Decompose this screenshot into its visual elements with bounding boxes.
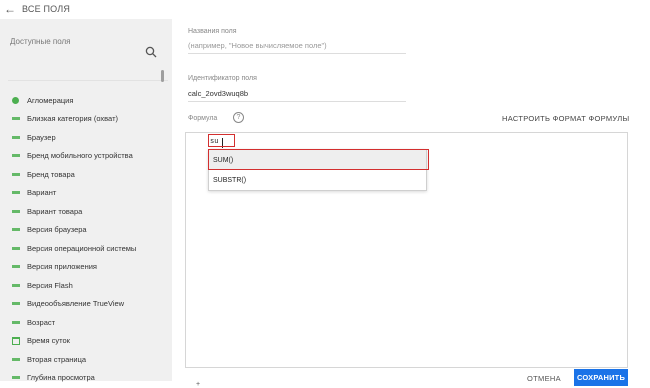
field-item[interactable]: Вторая страница	[12, 350, 136, 369]
calendar-icon	[12, 336, 20, 345]
field-item[interactable]: Вариант товара	[12, 202, 136, 221]
field-item-label: Версия Flash	[27, 280, 73, 290]
field-item-label: Видеообъявление TrueView	[27, 299, 125, 309]
field-id-underline	[188, 101, 406, 102]
field-item[interactable]: Вариант	[12, 184, 136, 203]
dimension-icon	[12, 135, 20, 139]
dimension-icon	[12, 265, 20, 269]
field-item-label: Глубина просмотра	[27, 373, 95, 383]
back-link[interactable]: ВСЕ ПОЛЯ	[22, 4, 70, 14]
field-item[interactable]: Агломерация	[12, 91, 136, 110]
field-item[interactable]: Время суток	[12, 332, 136, 351]
field-item[interactable]: Версия приложения	[12, 258, 136, 277]
field-item[interactable]: Видеообъявление TrueView	[12, 295, 136, 314]
field-item[interactable]: Версия операционной системы	[12, 239, 136, 258]
dimension-icon	[12, 283, 20, 287]
field-id-label: Идентификатор поля	[188, 75, 257, 82]
field-item-label: Вариант товара	[27, 206, 83, 216]
field-id-input[interactable]: calc_2ovd3wuq8b	[188, 89, 248, 98]
formula-label: Формула	[188, 115, 218, 122]
dimension-icon	[12, 357, 20, 361]
dimension-icon	[12, 117, 20, 121]
field-item-label: Вариант	[27, 188, 57, 198]
field-item[interactable]: Версия браузера	[12, 221, 136, 240]
small-mark: +	[196, 381, 201, 388]
field-item-label: Версия браузера	[27, 225, 87, 235]
field-item-label: Версия приложения	[27, 262, 97, 272]
dimension-icon	[12, 302, 20, 306]
dimension-icon	[12, 191, 20, 195]
field-item-label: Браузер	[27, 132, 56, 142]
dimension-icon	[12, 172, 20, 176]
field-item[interactable]: Бренд мобильного устройства	[12, 147, 136, 166]
field-item[interactable]: Возраст	[12, 313, 136, 332]
dimension-icon	[12, 376, 20, 380]
top-bar: ← ВСЕ ПОЛЯ	[0, 0, 650, 18]
format-formula-button[interactable]: НАСТРОИТЬ ФОРМАТ ФОРМУЛЫ	[502, 114, 629, 123]
field-name-label: Названия поля	[188, 28, 237, 35]
field-item-label: Возраст	[27, 317, 56, 327]
field-editor: Названия поля (например, "Новое вычисляе…	[185, 19, 638, 388]
dimension-icon	[12, 209, 20, 213]
available-fields-panel: Доступные поля Агломерация Близкая катего…	[0, 19, 172, 382]
field-item-label: Бренд товара	[27, 169, 75, 179]
save-button[interactable]: СОХРАНИТЬ	[574, 369, 628, 386]
field-item-label: Агломерация	[27, 95, 74, 105]
cancel-button[interactable]: ОТМЕНА	[527, 374, 561, 383]
back-arrow-icon[interactable]: ←	[4, 3, 16, 15]
fields-scrollbar[interactable]	[161, 70, 164, 82]
field-item[interactable]: Бренд товара	[12, 165, 136, 184]
field-item[interactable]: Браузер	[12, 128, 136, 147]
typed-text-highlight	[208, 134, 235, 147]
field-item-label: Время суток	[27, 336, 70, 346]
fields-list: Агломерация Близкая категория (охват) Брау…	[12, 91, 136, 387]
dimension-icon	[12, 320, 20, 324]
dimension-icon	[12, 228, 20, 232]
autocomplete-highlight	[208, 149, 429, 170]
field-name-underline	[188, 53, 406, 54]
search-icon[interactable]	[145, 46, 157, 58]
search-divider	[8, 80, 168, 81]
globe-icon	[12, 96, 19, 104]
help-icon[interactable]: ?	[233, 112, 244, 123]
field-item-label: Вторая страница	[27, 354, 87, 364]
dimension-icon	[12, 246, 20, 250]
autocomplete-item[interactable]: SUBSTR()	[209, 170, 426, 190]
fields-search-input[interactable]: Доступные поля	[10, 37, 71, 46]
field-item-label: Близкая категория (охват)	[27, 114, 118, 124]
field-item-label: Версия операционной системы	[27, 243, 137, 253]
dimension-icon	[12, 154, 20, 158]
field-item[interactable]: Близкая категория (охват)	[12, 110, 136, 129]
field-item[interactable]: Глубина просмотра	[12, 369, 136, 388]
field-item[interactable]: Версия Flash	[12, 276, 136, 295]
field-item-label: Бренд мобильного устройства	[27, 151, 133, 161]
formula-editor[interactable]: su SUM() SUBSTR()	[185, 132, 628, 368]
field-name-input[interactable]: (например, "Новое вычисляемое поле")	[188, 41, 327, 50]
